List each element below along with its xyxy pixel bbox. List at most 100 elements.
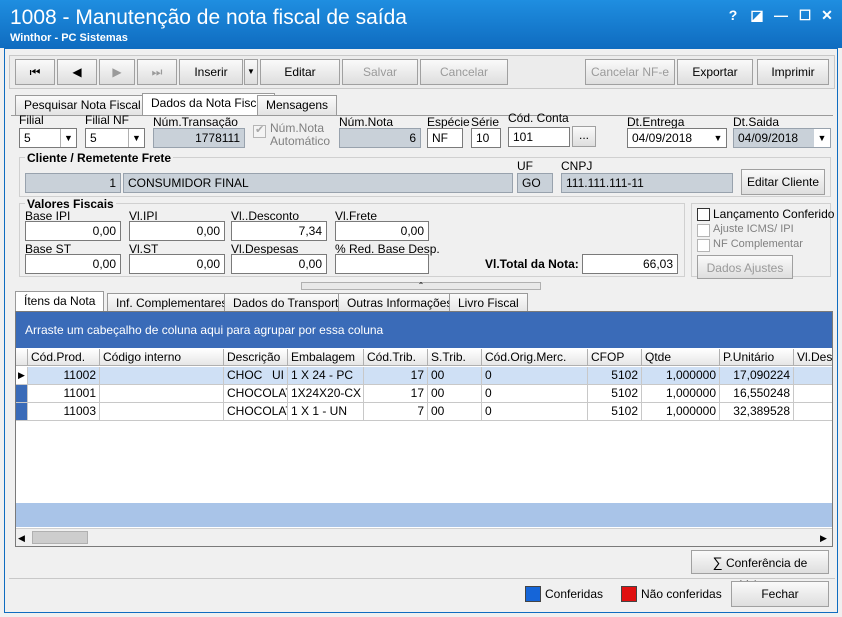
cell-cod-orig-merc[interactable]: 0 — [482, 367, 588, 385]
close-button[interactable]: Fechar — [731, 581, 829, 607]
conferencia-valores-button[interactable]: ∑ Conferência de Valores — [691, 550, 829, 592]
cell-embalagem[interactable]: 1 X 1 - UN — [288, 403, 364, 421]
scroll-left-icon[interactable]: ◀ — [18, 533, 25, 544]
scroll-right-icon[interactable]: ▶ — [820, 533, 827, 544]
cell-cod-trib[interactable]: 7 — [364, 403, 428, 421]
col-header-s-trib[interactable]: S.Trib. — [428, 349, 482, 366]
filial-select[interactable]: 5 ▼ — [19, 128, 77, 148]
col-header-descricao[interactable]: Descrição — [224, 349, 288, 366]
cell-descricao[interactable]: CHOC UI — [224, 367, 288, 385]
cell-s-trib[interactable]: 00 — [428, 367, 482, 385]
cell-cod-orig-merc[interactable]: 0 — [482, 403, 588, 421]
cell-qtde[interactable]: 1,000000 — [642, 403, 720, 421]
dt-saida-field[interactable]: 04/09/2018 ▼ — [733, 128, 831, 148]
print-button[interactable]: Imprimir — [757, 59, 829, 85]
cell-qtde[interactable]: 1,000000 — [642, 385, 720, 403]
cell-cod-prod[interactable]: 11003 — [28, 403, 100, 421]
filialnf-select[interactable]: 5 ▼ — [85, 128, 145, 148]
cell-p-unitario[interactable]: 16,550248 — [720, 385, 794, 403]
vl-frete-field[interactable]: 0,00 — [335, 221, 429, 241]
num-transacao-field[interactable]: 1778111 — [153, 128, 245, 148]
num-nota-field[interactable]: 6 — [339, 128, 421, 148]
tab-mensagens[interactable]: Mensagens — [257, 95, 338, 115]
cell-s-trib[interactable]: 00 — [428, 385, 482, 403]
tab-inf-complementares[interactable]: Inf. Complementares — [107, 293, 237, 313]
cell-vl-desconto[interactable] — [794, 403, 832, 421]
vl-total-field[interactable]: 66,03 — [582, 254, 678, 274]
col-header-codigo-interno[interactable]: Código interno — [100, 349, 224, 366]
cell-p-unitario[interactable]: 17,090224 — [720, 367, 794, 385]
cliente-name-field[interactable]: CONSUMIDOR FINAL — [123, 173, 513, 193]
close-icon[interactable]: ✕ — [818, 6, 836, 24]
maximize-icon[interactable]: ☐ — [796, 6, 814, 24]
cell-s-trib[interactable]: 00 — [428, 403, 482, 421]
col-header-qtde[interactable]: Qtde — [642, 349, 720, 366]
cnpj-field[interactable]: 111.111.111-11 — [561, 173, 733, 193]
especie-field[interactable]: NF — [427, 128, 463, 148]
restore-icon[interactable]: ◪ — [748, 6, 766, 24]
items-grid[interactable]: Arraste um cabeçalho de coluna aqui para… — [15, 311, 833, 547]
next-record-icon[interactable]: ▶ — [99, 59, 135, 85]
uf-field[interactable]: GO — [517, 173, 553, 193]
edit-button[interactable]: Editar — [260, 59, 340, 85]
cell-cfop[interactable]: 5102 — [588, 385, 642, 403]
cell-codigo-interno[interactable] — [100, 367, 224, 385]
cell-cod-trib[interactable]: 17 — [364, 385, 428, 403]
dt-entrega-field[interactable]: 04/09/2018 ▼ — [627, 128, 727, 148]
cell-vl-desconto[interactable] — [794, 367, 832, 385]
cell-codigo-interno[interactable] — [100, 403, 224, 421]
cell-cod-prod[interactable]: 11001 — [28, 385, 100, 403]
dados-ajustes-button[interactable]: Dados Ajustes — [697, 255, 793, 279]
cell-descricao[interactable]: CHOCOLATE — [224, 403, 288, 421]
save-button[interactable]: Salvar — [342, 59, 418, 85]
edit-client-button[interactable]: Editar Cliente — [741, 169, 825, 195]
tab-outras-informacoes[interactable]: Outras Informações — [338, 293, 462, 313]
insert-dropdown-icon[interactable]: ▼ — [244, 59, 258, 85]
cod-conta-field[interactable]: 101 — [508, 127, 570, 147]
vl-st-field[interactable]: 0,00 — [129, 254, 225, 274]
cod-conta-search-button[interactable]: ... — [572, 126, 596, 147]
tab-livro-fiscal[interactable]: Livro Fiscal — [449, 293, 528, 313]
tab-pesquisar[interactable]: Pesquisar Nota Fiscal — [15, 95, 150, 115]
cell-cod-orig-merc[interactable]: 0 — [482, 385, 588, 403]
vl-ipi-field[interactable]: 0,00 — [129, 221, 225, 241]
horizontal-scrollbar[interactable]: ◀ ▶ — [16, 528, 832, 546]
row-indicator[interactable] — [16, 385, 28, 403]
nf-complementar-checkbox[interactable] — [697, 239, 710, 252]
cell-p-unitario[interactable]: 32,389528 — [720, 403, 794, 421]
group-by-panel[interactable]: Arraste um cabeçalho de coluna aqui para… — [16, 312, 832, 348]
col-header-embalagem[interactable]: Embalagem — [288, 349, 364, 366]
base-ipi-field[interactable]: 0,00 — [25, 221, 121, 241]
col-header-p-unitario[interactable]: P.Unitário — [720, 349, 794, 366]
cell-codigo-interno[interactable] — [100, 385, 224, 403]
col-header-cod-prod[interactable]: Cód.Prod. — [28, 349, 100, 366]
cell-embalagem[interactable]: 1X24X20-CX — [288, 385, 364, 403]
tab-dados-nota[interactable]: Dados da Nota Fiscal — [142, 93, 275, 115]
row-indicator[interactable] — [16, 403, 28, 421]
col-header-cfop[interactable]: CFOP — [588, 349, 642, 366]
prev-record-icon[interactable]: ◀ — [57, 59, 97, 85]
splitter-handle[interactable]: ⌃ — [301, 282, 541, 290]
ajuste-icms-checkbox[interactable] — [697, 224, 710, 237]
lanc-conferido-checkbox[interactable] — [697, 208, 710, 221]
cell-cod-prod[interactable]: 11002 — [28, 367, 100, 385]
col-header-vl-desconto[interactable]: Vl.Desco — [794, 349, 832, 366]
col-header-cod-trib[interactable]: Cód.Trib. — [364, 349, 428, 366]
tab-dados-transporte[interactable]: Dados do Transporte — [224, 293, 355, 313]
grid-corner[interactable] — [16, 349, 28, 366]
cell-descricao[interactable]: CHOCOLATE — [224, 385, 288, 403]
vl-despesas-field[interactable]: 0,00 — [231, 254, 327, 274]
col-header-cod-orig-merc[interactable]: Cód.Orig.Merc. — [482, 349, 588, 366]
minimize-icon[interactable]: — — [772, 6, 790, 24]
red-base-field[interactable] — [335, 254, 429, 274]
cell-qtde[interactable]: 1,000000 — [642, 367, 720, 385]
insert-button[interactable]: Inserir — [179, 59, 243, 85]
cancel-button[interactable]: Cancelar — [420, 59, 508, 85]
tab-itens-nota[interactable]: Ítens da Nota — [15, 291, 105, 313]
cell-embalagem[interactable]: 1 X 24 - PC — [288, 367, 364, 385]
serie-field[interactable]: 10 — [471, 128, 501, 148]
base-st-field[interactable]: 0,00 — [25, 254, 121, 274]
vl-desconto-field[interactable]: 7,34 — [231, 221, 327, 241]
help-icon[interactable]: ? — [724, 6, 742, 24]
last-record-icon[interactable]: ⏭ — [137, 59, 177, 85]
